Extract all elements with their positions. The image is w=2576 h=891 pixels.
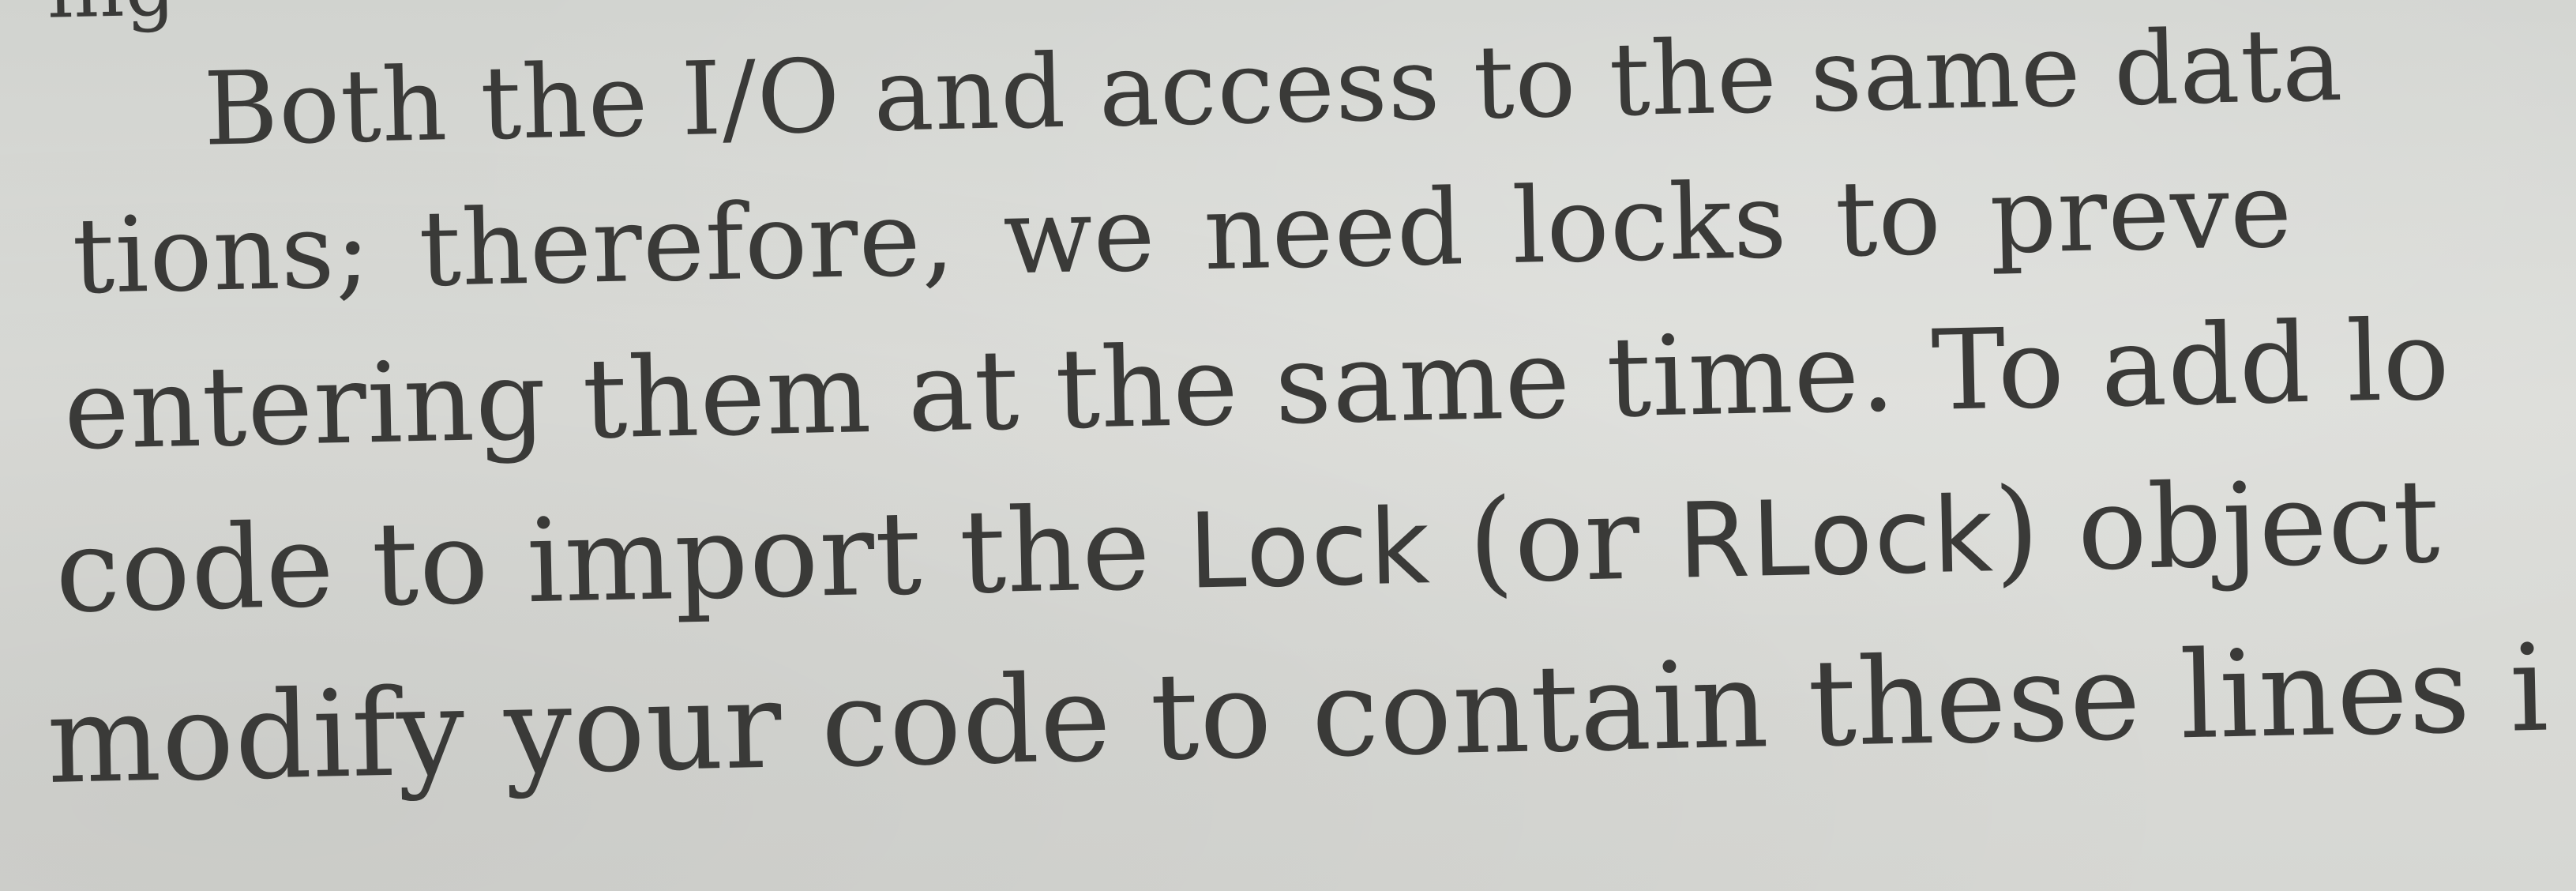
text-line: entering them at the same time. To add l… bbox=[62, 296, 2452, 476]
code-term-rlock: RLock bbox=[1677, 474, 1996, 602]
text-line: Both the I/O and access to the same data bbox=[202, 6, 2345, 169]
text-line-fragment: ing bbox=[47, 0, 178, 36]
paragraph: ing Both the I/O and access to the same … bbox=[0, 0, 2576, 891]
text-line: code to import the Lock (or RLock) objec… bbox=[54, 454, 2441, 638]
text-span: ) object bbox=[1992, 454, 2442, 599]
text-span: (or bbox=[1429, 470, 1680, 611]
text-span: code to import the bbox=[54, 480, 1190, 639]
text-line: modify your code to contain these lines … bbox=[45, 618, 2551, 810]
book-page: ing Both the I/O and access to the same … bbox=[0, 0, 2576, 891]
code-term-lock: Lock bbox=[1187, 486, 1433, 612]
text-line: tions; therefore, we need locks to preve bbox=[71, 149, 2294, 318]
